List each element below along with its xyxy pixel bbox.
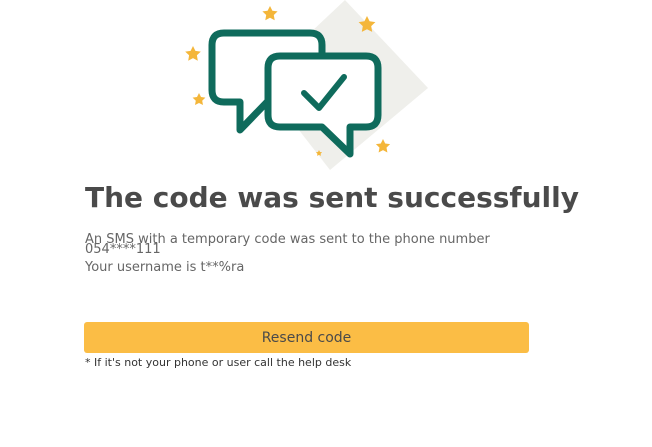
star-icon <box>185 46 201 61</box>
username-message: Your username is t**%ra <box>85 260 245 275</box>
chat-bubbles-check-icon <box>170 0 440 170</box>
illustration-graphic <box>185 0 428 170</box>
star-icon <box>375 139 391 153</box>
help-desk-note: * If it's not your phone or user call th… <box>85 356 352 369</box>
resend-code-button[interactable]: Resend code <box>84 322 529 353</box>
star-icon <box>262 6 278 21</box>
phone-number: 054****111 <box>85 242 161 257</box>
page-title: The code was sent successfully <box>85 181 579 214</box>
star-icon <box>192 93 206 105</box>
